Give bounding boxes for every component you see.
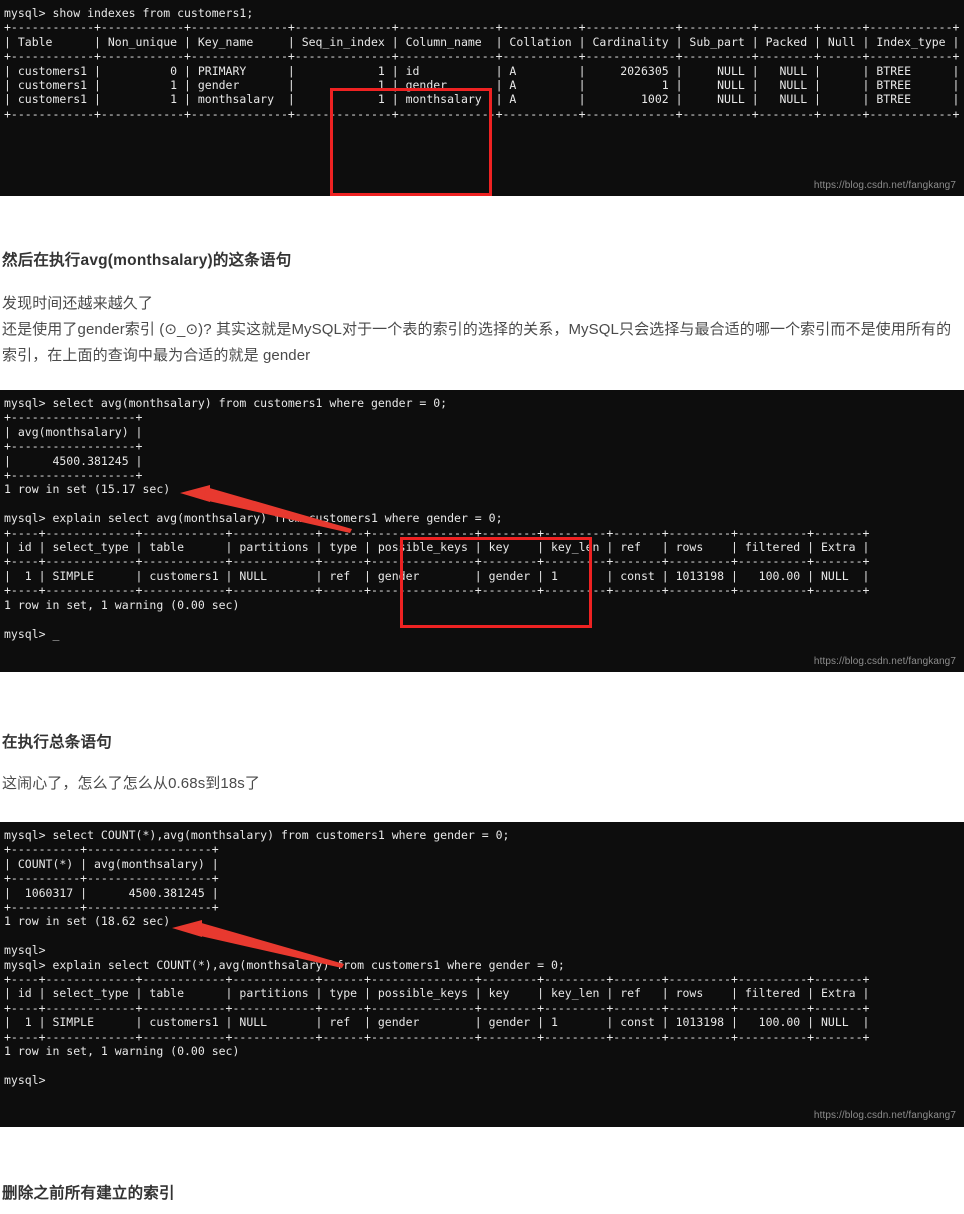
terminal-block-count-avg[interactable]: mysql> select COUNT(*),avg(monthsalary) … xyxy=(0,822,964,1127)
watermark-2: https://blog.csdn.net/fangkang7 xyxy=(813,656,956,667)
section-heading-3: 删除之前所有建立的索引 xyxy=(2,1185,175,1202)
watermark-3: https://blog.csdn.net/fangkang7 xyxy=(813,1110,956,1121)
terminal-output-show-indexes: mysql> show indexes from customers1; +--… xyxy=(4,6,960,121)
section-1-paragraph-1: 发现时间还越来越久了 xyxy=(2,295,154,312)
section-heading-2: 在执行总条语句 xyxy=(2,734,112,751)
terminal-output-avg-monthsalary: mysql> select avg(monthsalary) from cust… xyxy=(4,396,870,641)
section-2-paragraph-1: 这闹心了，怎么了怎么从0.68s到18s了 xyxy=(2,775,260,792)
terminal-block-show-indexes[interactable]: mysql> show indexes from customers1; +--… xyxy=(0,0,964,196)
watermark-1: https://blog.csdn.net/fangkang7 xyxy=(813,180,956,191)
section-heading-1: 然后在执行avg(monthsalary)的这条语句 xyxy=(2,252,292,269)
terminal-block-avg-monthsalary[interactable]: mysql> select avg(monthsalary) from cust… xyxy=(0,390,964,672)
terminal-output-count-avg: mysql> select COUNT(*),avg(monthsalary) … xyxy=(4,828,870,1087)
section-1-paragraph-2: 还是使用了gender索引 (⊙_⊙)? 其实这就是MySQL对于一个表的索引的… xyxy=(2,321,952,364)
